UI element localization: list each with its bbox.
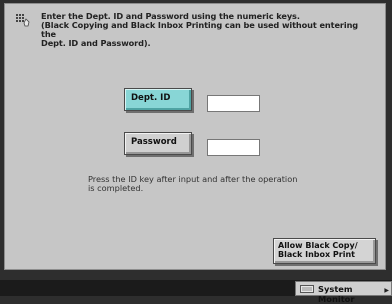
- id-key-note: Press the ID key after input and after t…: [88, 174, 298, 193]
- allow-black-copy-button[interactable]: Allow Black Copy/ Black Inbox Print: [273, 238, 376, 264]
- instruction-text: Enter the Dept. ID and Password using th…: [41, 11, 359, 48]
- system-monitor-label: System Monitor: [318, 284, 355, 304]
- password-button[interactable]: Password: [124, 132, 192, 155]
- dept-id-field[interactable]: [207, 95, 260, 112]
- keypad-icon: [16, 14, 30, 27]
- password-field[interactable]: [207, 139, 260, 156]
- dept-id-button[interactable]: Dept. ID: [124, 88, 192, 111]
- monitor-icon: [300, 285, 314, 293]
- arrow-right-icon: ▶: [384, 287, 389, 294]
- system-monitor-button[interactable]: System Monitor ▶: [295, 281, 392, 304]
- login-panel: Enter the Dept. ID and Password using th…: [4, 3, 386, 270]
